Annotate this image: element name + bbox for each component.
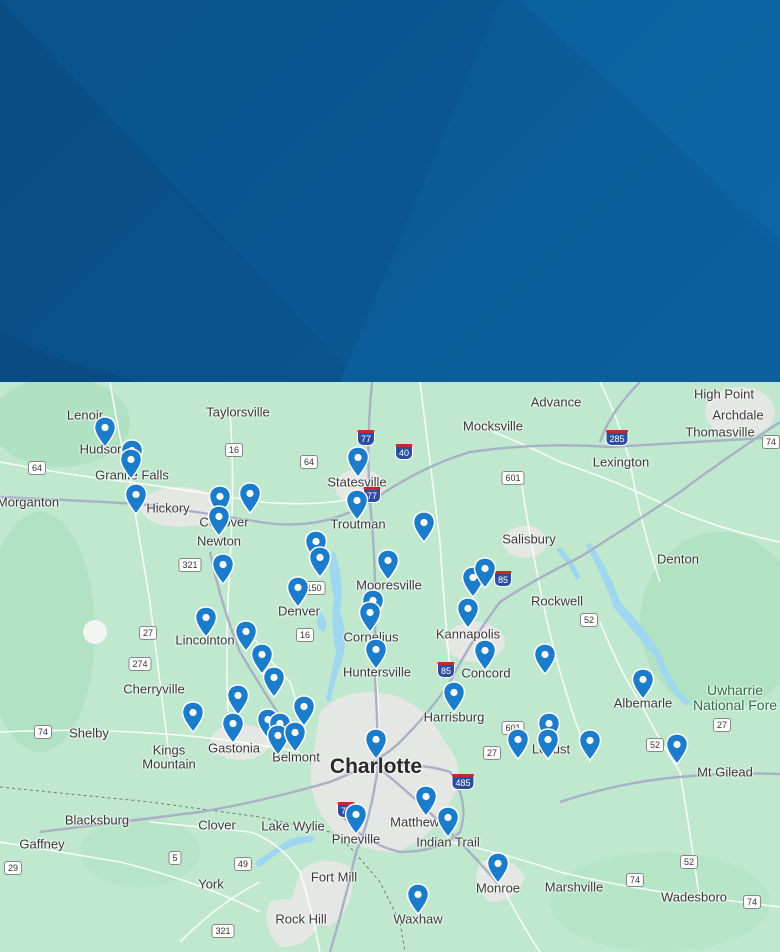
park-label: Uwharrie National Fore [693,683,777,713]
location-pin-icon[interactable] [262,666,286,698]
location-pin-icon[interactable] [364,638,388,670]
location-pin-icon[interactable] [283,721,307,753]
place-label-morganton: Morganton [0,494,60,510]
location-pin-icon[interactable] [578,729,602,761]
location-pin-icon[interactable] [406,883,430,915]
route-shield-64: 64 [299,455,319,469]
location-pin-icon[interactable] [412,511,436,543]
place-label-kings: Kings [152,742,186,758]
location-pin-icon[interactable] [473,639,497,671]
location-pin-icon[interactable] [181,701,205,733]
route-shield-285: 285 [605,430,629,446]
route-shield-321: 321 [211,924,235,938]
place-label-salisbury: Salisbury [502,531,556,547]
route-shield-16: 16 [295,628,315,642]
route-shield-601: 601 [501,471,525,485]
hero-banner [0,0,780,382]
location-pin-icon[interactable] [211,553,235,585]
route-shield-27: 27 [712,718,732,732]
route-shield-64: 64 [27,461,47,475]
location-pin-icon[interactable] [286,576,310,608]
place-label-archdale: Archdale [712,407,764,423]
route-shield-74: 74 [742,895,762,909]
route-shield-77: 77 [356,430,376,446]
place-label-thomasville: Thomasville [685,424,755,440]
location-pin-icon[interactable] [486,852,510,884]
route-shield-52: 52 [579,613,599,627]
route-shield-29: 29 [3,861,23,875]
route-shield-74: 74 [33,725,53,739]
route-shield-5: 5 [168,851,182,865]
place-label-blacksburg: Blacksburg [64,812,130,828]
location-pin-icon[interactable] [238,482,262,514]
location-pin-icon[interactable] [221,712,245,744]
route-shield-274: 274 [128,657,152,671]
place-label-rockwell: Rockwell [530,593,584,609]
place-label-gaffney: Gaffney [19,836,65,852]
location-pin-icon[interactable] [376,549,400,581]
place-label-clover: Clover [198,817,236,833]
location-pin-icon[interactable] [473,557,497,589]
place-label-hickory: Hickory [146,500,190,516]
location-pin-icon[interactable] [308,546,332,578]
location-pin-icon[interactable] [207,505,231,537]
route-shield-16: 16 [224,443,244,457]
route-shield-321: 321 [178,558,202,572]
park-label-line2: National Fore [692,697,778,713]
place-label-marshville: Marshville [544,879,604,895]
route-shield-27: 27 [138,626,158,640]
location-pin-icon[interactable] [119,448,143,480]
place-label-fort-mill: Fort Mill [310,869,358,885]
route-shield-52: 52 [679,855,699,869]
route-shield-485: 485 [451,774,475,790]
location-pin-icon[interactable] [665,733,689,765]
route-shield-85: 85 [436,662,456,678]
locations-map[interactable]: Lenoir Taylorsville Advance High Point Archd… [0,382,780,952]
location-pin-icon[interactable] [533,643,557,675]
place-label-lexington: Lexington [592,454,650,470]
place-label-york: York [198,876,224,892]
place-label-denton: Denton [657,551,699,567]
route-shield-74: 74 [625,873,645,887]
location-pin-icon[interactable] [506,728,530,760]
location-pin-icon[interactable] [442,681,466,713]
route-shield-74: 74 [761,435,780,449]
location-pin-icon[interactable] [93,416,117,448]
location-pin-icon[interactable] [358,601,382,633]
place-label-rock-hill: Rock Hill [275,911,327,927]
hero-facets [0,0,780,382]
park-label-line1: Uwharrie [706,682,764,698]
location-pin-icon[interactable] [124,483,148,515]
place-label-high-point: High Point [694,386,754,402]
location-pin-icon[interactable] [345,489,369,521]
location-pin-icon[interactable] [631,668,655,700]
place-label-shelby: Shelby [69,725,109,741]
place-label-wadesboro: Wadesboro [661,889,727,905]
place-label-mt-gilead: Mt Gilead [697,764,753,780]
route-shield-27: 27 [482,746,502,760]
location-pin-icon[interactable] [364,728,388,760]
place-label-lake-wylie: Lake Wylie [261,818,325,834]
place-label-mountain: Mountain [142,756,196,772]
location-pin-icon[interactable] [456,597,480,629]
place-label-mocksville: Mocksville [463,418,523,434]
location-pin-icon[interactable] [436,806,460,838]
place-label-cherryville: Cherryville [123,681,185,697]
route-shield-40: 40 [394,444,414,460]
place-label-advance: Advance [530,394,582,410]
location-pin-icon[interactable] [536,728,560,760]
route-shield-49: 49 [233,857,253,871]
location-pin-icon[interactable] [346,446,370,478]
location-pin-icon[interactable] [194,606,218,638]
route-shield-52: 52 [645,738,665,752]
location-pin-icon[interactable] [344,803,368,835]
place-label-taylorsville: Taylorsville [206,404,270,420]
location-pin-icon[interactable] [414,785,438,817]
